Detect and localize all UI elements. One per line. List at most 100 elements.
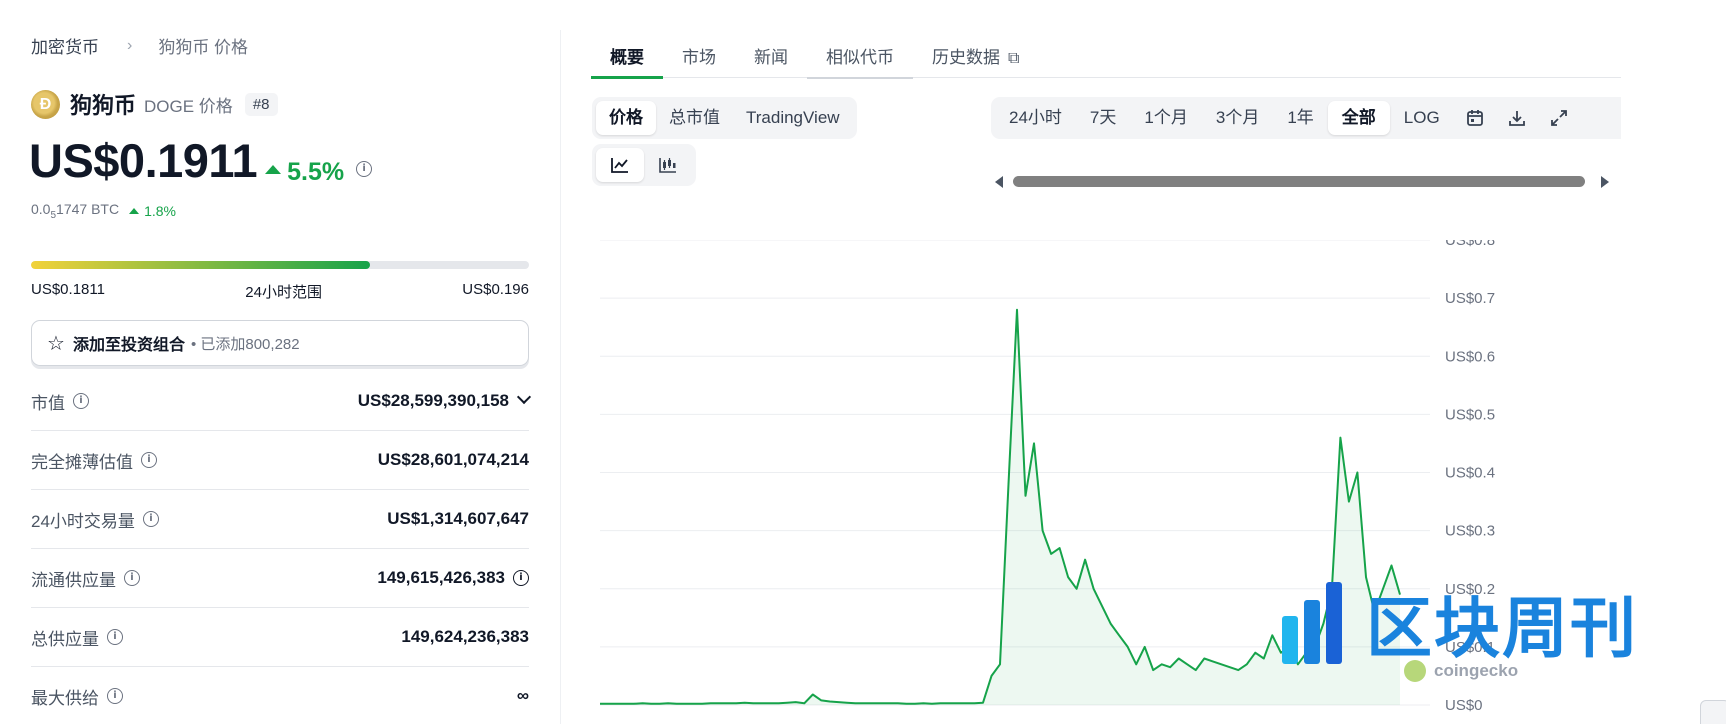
watermark-text: 区块周刊 — [1366, 590, 1638, 667]
stat-row-circulating-supply: 流通供应量 i 149,615,426,383 i — [31, 549, 529, 608]
price-row: US$0.1911 5.5% i — [29, 133, 373, 188]
y-tick-label: US$0.8 — [1445, 240, 1495, 249]
caret-up-icon — [265, 165, 282, 174]
breadcrumb: 加密货币 › 狗狗币 价格 — [31, 33, 248, 58]
watermark: 区块周刊 — [1282, 578, 1638, 668]
btc-price: 0.051747 BTC — [31, 201, 119, 221]
chart-range-scrollbar[interactable] — [995, 174, 1609, 188]
toggle-price[interactable]: 价格 — [596, 101, 656, 135]
stat-value-text: 149,615,426,383 — [377, 568, 505, 587]
coingecko-text: coingecko — [1434, 661, 1519, 680]
stat-row-volume-24h: 24小时交易量 i US$1,314,607,647 — [31, 490, 529, 549]
coin-symbol-label: DOGE 价格 — [144, 96, 233, 116]
download-icon[interactable] — [1496, 101, 1538, 135]
stat-row-market-cap[interactable]: 市值 i US$28,599,390,158 — [31, 372, 532, 431]
price-change-value: 5.5% — [287, 158, 345, 186]
range-low: US$0.1811 — [31, 281, 105, 298]
y-tick-label: US$0.4 — [1445, 465, 1495, 482]
portfolio-added-text: 已添加800,282 — [200, 335, 300, 353]
stat-value: US$1,314,607,647 — [387, 509, 529, 528]
info-icon[interactable]: i — [73, 393, 89, 409]
rank-badge: #8 — [244, 92, 278, 116]
info-icon[interactable]: i — [124, 570, 140, 586]
stat-row-fdv: 完全摊薄估值 i US$28,601,074,214 — [31, 431, 529, 490]
range-3m[interactable]: 3个月 — [1202, 101, 1273, 135]
portfolio-added-count: • 已添加800,282 — [190, 335, 300, 353]
stat-value: 149,624,236,383 — [401, 627, 529, 646]
range-log[interactable]: LOG — [1390, 101, 1454, 135]
range-1y[interactable]: 1年 — [1273, 101, 1327, 135]
price-change: 5.5% — [265, 158, 344, 187]
breadcrumb-current: 狗狗币 价格 — [158, 38, 249, 57]
coin-name: 狗狗币 — [70, 93, 137, 118]
expand-icon[interactable] — [1538, 101, 1580, 135]
tab-news[interactable]: 新闻 — [735, 38, 807, 78]
range-1m[interactable]: 1个月 — [1130, 101, 1201, 135]
range-24h[interactable]: 24小时 — [995, 101, 1076, 135]
stat-value: US$28,601,074,214 — [377, 450, 529, 469]
stat-label-text: 最大供给 — [31, 688, 99, 708]
chart-type-toggle: 价格 总市值 TradingView — [592, 97, 857, 139]
stat-label-text: 市值 — [31, 393, 65, 413]
coingecko-watermark: coingecko — [1404, 660, 1518, 682]
add-to-portfolio-button[interactable]: ☆ 添加至投资组合 • 已添加800,282 — [31, 320, 529, 366]
watermark-logo-icon — [1282, 582, 1348, 664]
range-24h-fill — [31, 261, 370, 269]
coin-overview-panel: 加密货币 › 狗狗币 价格 狗狗币 DOGE 价格 #8 US$0.1911 5… — [0, 0, 560, 724]
chevron-down-icon[interactable] — [516, 389, 532, 405]
y-tick-label: US$0.3 — [1445, 523, 1495, 540]
column-divider — [560, 30, 561, 724]
y-tick-label: US$0.6 — [1445, 348, 1495, 365]
tab-historical-data[interactable]: 历史数据 ⧉ — [913, 38, 1038, 78]
scrollbar-thumb[interactable] — [1013, 176, 1585, 187]
calendar-icon[interactable] — [1454, 101, 1496, 135]
info-icon[interactable]: i — [107, 688, 123, 704]
info-icon[interactable]: i — [107, 629, 123, 645]
candlestick-icon[interactable] — [644, 148, 692, 182]
tab-similar-coins[interactable]: 相似代币 — [807, 38, 913, 79]
star-icon: ☆ — [47, 332, 65, 355]
watermark-bar — [1326, 582, 1342, 664]
range-7d[interactable]: 7天 — [1076, 101, 1130, 135]
info-icon[interactable]: i — [513, 570, 529, 586]
toggle-tradingview[interactable]: TradingView — [733, 101, 853, 135]
range-24h-labels: US$0.1811 24小时范围 US$0.196 — [31, 281, 529, 302]
scroll-right-icon[interactable] — [1601, 176, 1609, 188]
coingecko-logo-icon — [1404, 660, 1426, 682]
stat-label-text: 完全摊薄估值 — [31, 452, 133, 472]
chart-style-toggle — [592, 144, 696, 186]
stat-value-text: US$28,599,390,158 — [357, 391, 509, 410]
breadcrumb-root-link[interactable]: 加密货币 — [31, 33, 99, 58]
stat-label-text: 24小时交易量 — [31, 511, 135, 531]
tab-overview[interactable]: 概要 — [591, 38, 663, 79]
stat-value: ∞ — [516, 686, 529, 705]
btc-change: 1.8% — [129, 203, 176, 219]
range-24h-bar — [31, 261, 529, 269]
stats-table: 市值 i US$28,599,390,158 完全摊薄估值 i US$28,601,… — [31, 372, 532, 724]
btc-price-row: 0.051747 BTC 1.8% — [31, 201, 176, 221]
stat-value: 149,615,426,383 i — [377, 568, 529, 588]
doge-logo-icon — [31, 89, 60, 119]
info-icon[interactable]: i — [356, 161, 373, 177]
stat-row-max-supply: 最大供给 i ∞ — [31, 667, 529, 724]
btc-change-value: 1.8% — [144, 202, 176, 219]
y-tick-label: US$0.5 — [1445, 406, 1495, 423]
btc-price-prefix: 0.0 — [31, 201, 51, 217]
y-tick-label: US$0.7 — [1445, 290, 1495, 307]
caret-up-icon — [129, 207, 140, 214]
btc-price-suffix: 1747 BTC — [56, 201, 120, 217]
toggle-market-cap[interactable]: 总市值 — [656, 101, 733, 135]
line-chart-icon[interactable] — [596, 148, 644, 182]
scroll-to-top-button[interactable] — [1700, 700, 1726, 724]
scroll-left-icon[interactable] — [995, 176, 1003, 188]
stat-label-text: 总供应量 — [31, 629, 99, 649]
time-range-selector: 24小时 7天 1个月 3个月 1年 全部 LOG — [991, 97, 1621, 139]
tab-markets[interactable]: 市场 — [663, 38, 735, 78]
portfolio-label: 添加至投资组合 — [72, 337, 185, 354]
external-link-icon: ⧉ — [1008, 50, 1020, 67]
info-icon[interactable]: i — [142, 511, 159, 527]
y-tick-label: US$0 — [1445, 697, 1483, 714]
stat-label-text: 流通供应量 — [31, 570, 116, 590]
info-icon[interactable]: i — [141, 452, 157, 468]
range-all[interactable]: 全部 — [1327, 101, 1390, 135]
